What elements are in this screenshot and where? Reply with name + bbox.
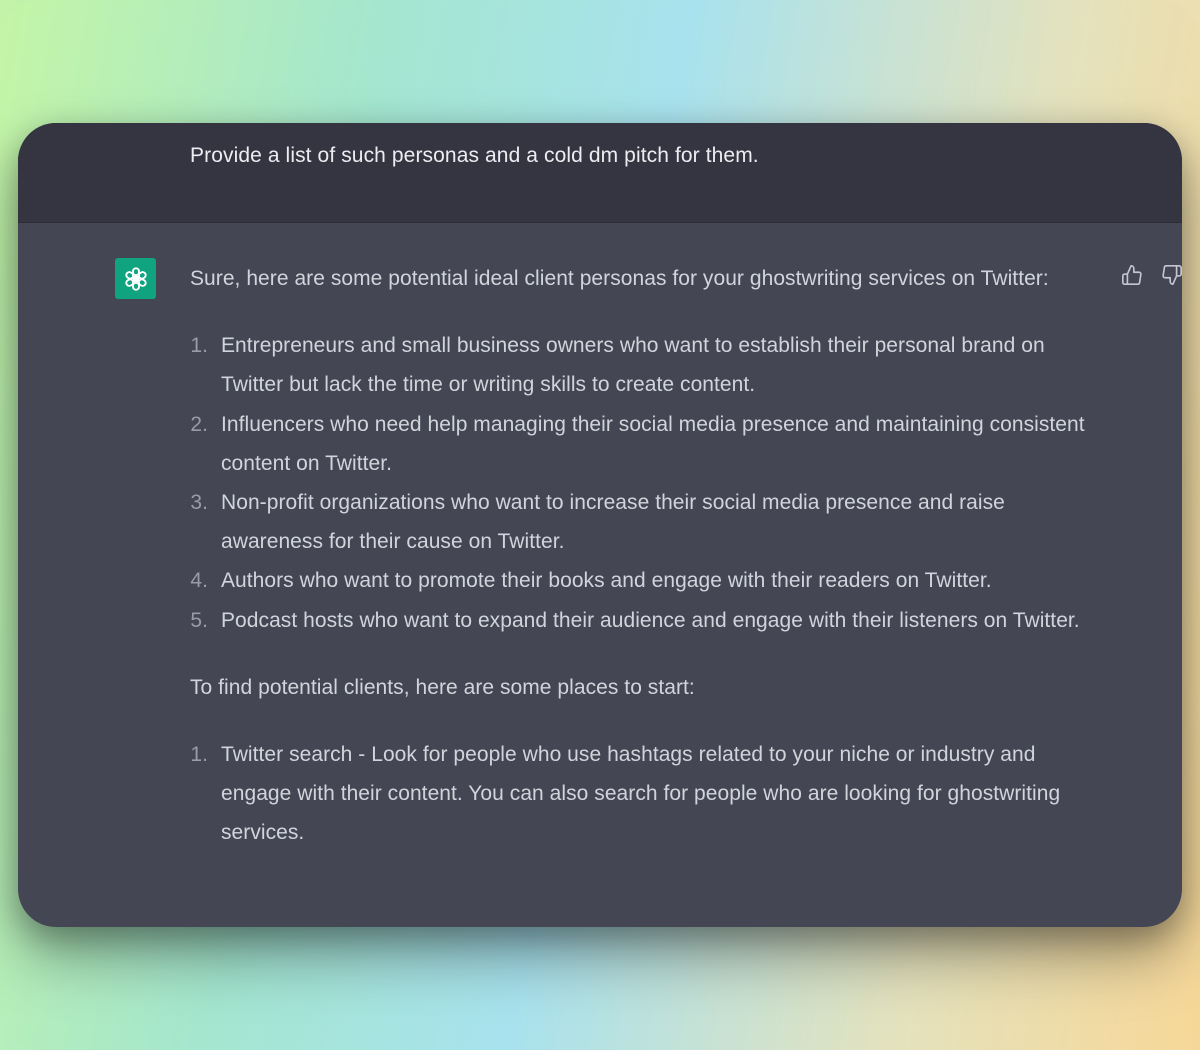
list-item: 3. Non-profit organizations who want to … <box>190 483 1090 561</box>
user-message-row: Provide a list of such personas and a co… <box>18 123 1182 223</box>
list-item-text: Non-profit organizations who want to inc… <box>221 491 1005 554</box>
background-frame: Provide a list of such personas and a co… <box>0 0 1200 1050</box>
list-item: 5. Podcast hosts who want to expand thei… <box>190 601 1090 640</box>
list-item-text: Podcast hosts who want to expand their a… <box>221 608 1080 632</box>
places-list: 1. Twitter search - Look for people who … <box>190 735 1090 853</box>
list-number: 5. <box>190 608 208 632</box>
list-number: 1. <box>190 334 208 358</box>
list-item: 1. Twitter search - Look for people who … <box>190 735 1090 853</box>
list-item: 2. Influencers who need help managing th… <box>190 405 1090 483</box>
list-item-text: Twitter search - Look for people who use… <box>221 743 1061 845</box>
list-number: 3. <box>190 491 208 515</box>
intro-paragraph: Sure, here are some potential ideal clie… <box>190 267 1049 290</box>
thumbs-down-icon[interactable] <box>1160 263 1182 287</box>
list-item-text: Influencers who need help managing their… <box>221 412 1085 475</box>
chat-window: Provide a list of such personas and a co… <box>18 123 1182 927</box>
assistant-message-content: Sure, here are some potential ideal clie… <box>190 259 1090 881</box>
list-item-text: Authors who want to promote their books … <box>221 569 992 593</box>
list-item: 4. Authors who want to promote their boo… <box>190 561 1090 600</box>
places-intro-paragraph: To find potential clients, here are some… <box>190 675 695 699</box>
personas-list: 1. Entrepreneurs and small business owne… <box>190 326 1090 640</box>
openai-logo-icon <box>115 258 156 299</box>
thumbs-up-icon[interactable] <box>1120 263 1144 287</box>
assistant-message-row: Sure, here are some potential ideal clie… <box>18 223 1182 927</box>
list-number: 2. <box>190 412 208 436</box>
list-item: 1. Entrepreneurs and small business owne… <box>190 326 1090 404</box>
list-number: 1. <box>190 743 208 767</box>
list-item-text: Entrepreneurs and small business owners … <box>221 334 1045 397</box>
list-number: 4. <box>190 569 208 593</box>
user-message-text: Provide a list of such personas and a co… <box>190 144 759 167</box>
